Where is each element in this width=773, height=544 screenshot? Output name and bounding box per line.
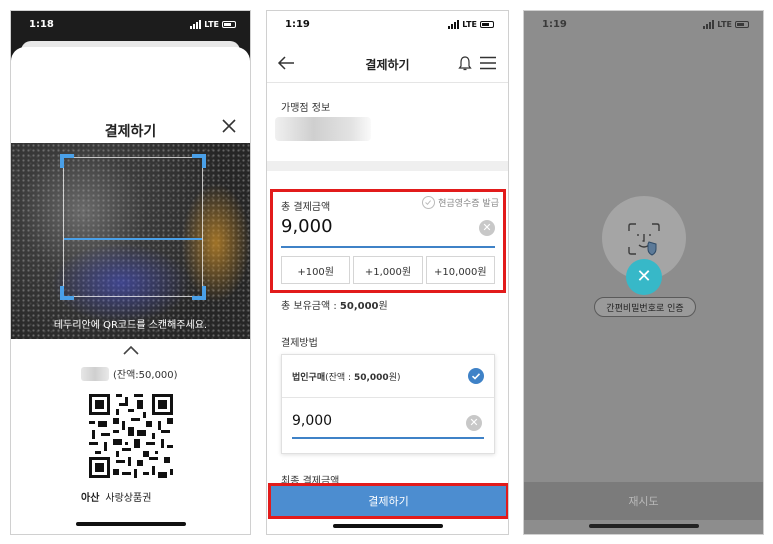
- total-amount-label: 총 결제금액: [281, 202, 331, 213]
- home-indicator: [75, 522, 186, 526]
- voucher-brand: 아산 사랑상품권: [81, 489, 151, 504]
- home-indicator: [588, 524, 699, 528]
- clear-icon[interactable]: ✕: [466, 415, 482, 431]
- total-amount-section: 총 결제금액 현금영수증 발급 9,000 ✕ +100원 +1,000원 +1…: [270, 189, 506, 293]
- battery-icon: [735, 20, 749, 28]
- status-bar: 1:18 LTE: [11, 11, 250, 37]
- network-type: LTE: [204, 19, 219, 29]
- cash-receipt-label: 현금영수증 발급: [438, 199, 499, 209]
- holding-amount: 총 보유금액 : 50,000원: [281, 301, 388, 312]
- status-bar: 1:19 LTE: [524, 11, 763, 37]
- scan-hint: 테두리안에 QR코드를 스캔해주세요.: [53, 320, 208, 331]
- check-icon[interactable]: [468, 368, 484, 384]
- page-title: 결제하기: [104, 124, 157, 140]
- status-time: 1:19: [285, 18, 310, 30]
- status-bar: 1:19 LTE: [267, 11, 508, 37]
- add-100-button[interactable]: +100원: [281, 256, 351, 284]
- clear-icon[interactable]: ✕: [479, 220, 495, 236]
- total-amount-input[interactable]: 9,000: [281, 216, 333, 237]
- brand-name: 아산: [81, 493, 100, 504]
- payment-screen: 1:19 LTE 결제하기 가맹점 정보 총 결제금액 현금영수증 발급 9,0…: [266, 10, 509, 535]
- quick-add-buttons: +100원 +1,000원 +10,000원: [281, 256, 495, 284]
- pay-button-highlight: 결제하기: [268, 483, 508, 519]
- close-icon[interactable]: ✕: [626, 259, 662, 295]
- retry-button[interactable]: 재시도: [524, 482, 763, 520]
- scan-line: [64, 238, 202, 240]
- payment-method-card[interactable]: 법인구매(잔액 : 50,000원) 9,000 ✕: [281, 354, 495, 454]
- camera-viewfinder: 테두리안에 QR코드를 스캔해주세요.: [11, 143, 250, 339]
- add-1000-button[interactable]: +1,000원: [353, 256, 423, 284]
- balance-row: (잔액:50,000): [81, 366, 178, 381]
- scan-frame: [60, 154, 206, 300]
- merchant-info-label: 가맹점 정보: [281, 103, 331, 114]
- check-circle-icon: [422, 196, 436, 209]
- method-amount-input[interactable]: 9,000: [292, 413, 332, 429]
- network-type: LTE: [717, 19, 732, 29]
- section-divider: [267, 161, 508, 171]
- pin-auth-button[interactable]: 간편비밀번호로 인증: [594, 297, 696, 317]
- menu-icon[interactable]: [480, 56, 496, 70]
- status-time: 1:18: [29, 18, 54, 30]
- nav-bar: 결제하기: [267, 45, 508, 83]
- network-type: LTE: [462, 19, 477, 29]
- chevron-up-icon[interactable]: [121, 343, 141, 357]
- blurred-account: [81, 366, 109, 381]
- cash-receipt-toggle[interactable]: 현금영수증 발급: [422, 196, 499, 209]
- battery-icon: [222, 20, 236, 28]
- pay-button[interactable]: 결제하기: [271, 486, 506, 516]
- signal-icon: [448, 19, 460, 29]
- close-icon[interactable]: [220, 117, 238, 135]
- home-indicator: [332, 524, 443, 528]
- voucher-name: 사랑상품권: [105, 493, 152, 504]
- merchant-info-blurred: [275, 117, 371, 141]
- status-time: 1:19: [542, 18, 567, 30]
- qr-code: [86, 391, 176, 481]
- bell-icon[interactable]: [458, 55, 472, 71]
- face-id-icon: [628, 223, 660, 256]
- balance-text: (잔액:50,000): [113, 370, 178, 381]
- signal-icon: [190, 19, 202, 29]
- add-10000-button[interactable]: +10,000원: [425, 256, 495, 284]
- qr-scan-screen: 1:18 LTE 결제하기 테두리안에 QR코드를 스캔해주세요. (잔액:50…: [10, 10, 251, 535]
- face-auth-screen: 1:19 LTE ✕ 간편비밀번호로 인증 재시도: [523, 10, 764, 535]
- battery-icon: [480, 20, 494, 28]
- payment-method-name: 법인구매(잔액 : 50,000원): [292, 373, 401, 383]
- payment-method-label: 결제방법: [281, 338, 318, 349]
- signal-icon: [703, 19, 715, 29]
